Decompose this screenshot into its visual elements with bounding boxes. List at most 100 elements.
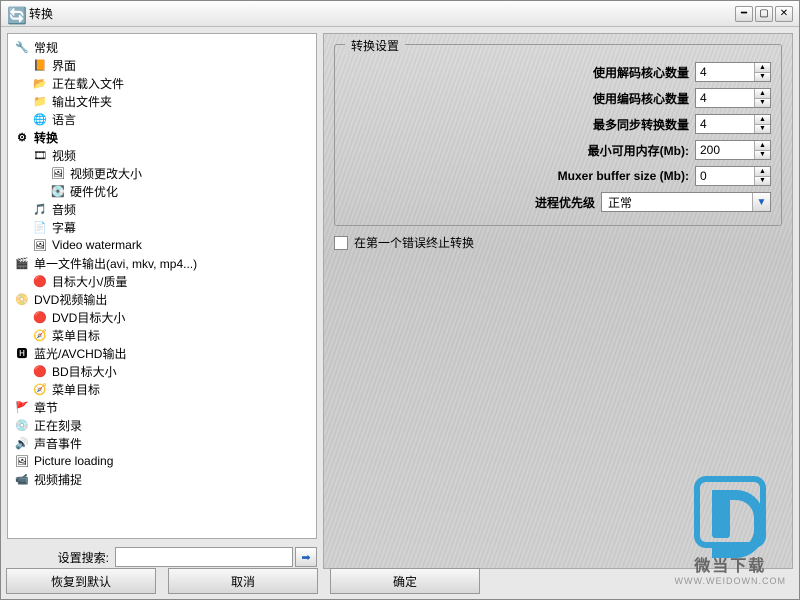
tree-item-label: Picture loading	[34, 454, 113, 468]
search-input[interactable]	[115, 547, 293, 567]
tree-item-label: 章节	[34, 399, 58, 416]
spin-up-icon[interactable]: ▲	[755, 63, 770, 73]
muxer-spinner[interactable]: ▲▼	[695, 166, 771, 186]
min-mem-label: 最小可用内存(Mb):	[588, 142, 689, 159]
spin-up-icon[interactable]: ▲	[755, 115, 770, 125]
tree-item[interactable]: 🌐语言	[10, 110, 314, 128]
tree-item[interactable]: 📂正在载入文件	[10, 74, 314, 92]
tree-item[interactable]: 🎞视频	[10, 146, 314, 164]
cancel-button[interactable]: 取消	[168, 568, 318, 594]
close-button[interactable]: ✕	[775, 6, 793, 22]
tree-item-label: DVD目标大小	[52, 309, 125, 326]
max-sync-input[interactable]	[696, 115, 754, 133]
tree-item[interactable]: 🧭菜单目标	[10, 380, 314, 398]
tree-item[interactable]: 📄字幕	[10, 218, 314, 236]
tree-item-icon: 🌐	[32, 111, 48, 127]
watermark-url: WWW.WEIDOWN.COM	[675, 576, 786, 586]
tree-item-label: 硬件优化	[70, 183, 118, 200]
tree-item-icon: 🖼	[50, 165, 66, 181]
tree-item[interactable]: 📙界面	[10, 56, 314, 74]
tree-item-label: 声音事件	[34, 435, 82, 452]
tree-item[interactable]: 💽硬件优化	[10, 182, 314, 200]
spin-up-icon[interactable]: ▲	[755, 167, 770, 177]
chevron-down-icon[interactable]: ▼	[752, 193, 770, 211]
min-mem-spinner[interactable]: ▲▼	[695, 140, 771, 160]
window-title: 转换	[29, 5, 735, 22]
tree-item[interactable]: 🔴BD目标大小	[10, 362, 314, 380]
tree-item[interactable]: 🚩章节	[10, 398, 314, 416]
decode-cores-spinner[interactable]: ▲▼	[695, 62, 771, 82]
tree-item-label: 正在载入文件	[52, 75, 124, 92]
settings-tree[interactable]: 🔧常规📙界面📂正在载入文件📁输出文件夹🌐语言⚙转换🎞视频🖼视频更改大小💽硬件优化…	[7, 33, 317, 539]
tree-item[interactable]: 💿正在刻录	[10, 416, 314, 434]
max-sync-label: 最多同步转换数量	[593, 116, 689, 133]
tree-item-icon: 🎬	[14, 255, 30, 271]
tree-item-label: 蓝光/AVCHD输出	[34, 345, 126, 362]
tree-item-icon: 🚩	[14, 399, 30, 415]
tree-item-icon: 📂	[32, 75, 48, 91]
search-go-button[interactable]: ➡	[295, 547, 317, 567]
stop-on-error-row[interactable]: 在第一个错误终止转换	[334, 234, 474, 251]
spin-up-icon[interactable]: ▲	[755, 89, 770, 99]
minimize-button[interactable]: ━	[735, 6, 753, 22]
tree-item[interactable]: 🔧常规	[10, 38, 314, 56]
stop-on-error-label: 在第一个错误终止转换	[354, 234, 474, 251]
tree-item-icon: 🧭	[32, 327, 48, 343]
tree-item[interactable]: 📁输出文件夹	[10, 92, 314, 110]
tree-item-label: 视频	[52, 147, 76, 164]
tree-item-label: 字幕	[52, 219, 76, 236]
tree-item-label: 常规	[34, 39, 58, 56]
tree-item-icon: 🖼	[14, 453, 30, 469]
watermark-logo-icon	[694, 476, 766, 548]
tree-item-icon: 🎞	[32, 147, 48, 163]
priority-combo[interactable]: 正常 ▼	[601, 192, 771, 212]
tree-item-label: 音频	[52, 201, 76, 218]
tree-item-icon: 🧭	[32, 381, 48, 397]
spin-down-icon[interactable]: ▼	[755, 73, 770, 82]
tree-item-icon: 🅷	[14, 345, 30, 361]
muxer-input[interactable]	[696, 167, 754, 185]
tree-item-icon: 📹	[14, 471, 30, 487]
tree-item-icon: 🔊	[14, 435, 30, 451]
stop-on-error-checkbox[interactable]	[334, 236, 348, 250]
tree-item[interactable]: 🔴目标大小/质量	[10, 272, 314, 290]
tree-item[interactable]: 📹视频捕捉	[10, 470, 314, 488]
spin-up-icon[interactable]: ▲	[755, 141, 770, 151]
tree-item-icon: 🔧	[14, 39, 30, 55]
tree-item-label: 单一文件输出(avi, mkv, mp4...)	[34, 255, 197, 272]
tree-item[interactable]: 🔴DVD目标大小	[10, 308, 314, 326]
tree-item-icon: 📄	[32, 219, 48, 235]
tree-item-icon: 💿	[14, 417, 30, 433]
tree-item-label: 视频捕捉	[34, 471, 82, 488]
tree-item-icon: 🔴	[32, 363, 48, 379]
decode-cores-input[interactable]	[696, 63, 754, 81]
tree-item[interactable]: 🎬单一文件输出(avi, mkv, mp4...)	[10, 254, 314, 272]
tree-item[interactable]: 🅷蓝光/AVCHD输出	[10, 344, 314, 362]
tree-item[interactable]: 🔊声音事件	[10, 434, 314, 452]
tree-item[interactable]: ⚙转换	[10, 128, 314, 146]
min-mem-input[interactable]	[696, 141, 754, 159]
maximize-button[interactable]: ▢	[755, 6, 773, 22]
tree-item[interactable]: 🖼 Picture loading	[10, 452, 314, 470]
spin-down-icon[interactable]: ▼	[755, 177, 770, 186]
tree-item[interactable]: 🖼视频更改大小	[10, 164, 314, 182]
tree-item-label: 目标大小/质量	[52, 273, 127, 290]
restore-defaults-button[interactable]: 恢复到默认	[6, 568, 156, 594]
encode-cores-input[interactable]	[696, 89, 754, 107]
max-sync-spinner[interactable]: ▲▼	[695, 114, 771, 134]
spin-down-icon[interactable]: ▼	[755, 125, 770, 134]
tree-item[interactable]: 🧭菜单目标	[10, 326, 314, 344]
tree-item[interactable]: 📀DVD视频输出	[10, 290, 314, 308]
tree-item-label: 转换	[34, 129, 58, 146]
app-icon: 🔄	[7, 6, 23, 22]
spin-down-icon[interactable]: ▼	[755, 99, 770, 108]
decode-cores-label: 使用解码核心数量	[593, 64, 689, 81]
encode-cores-spinner[interactable]: ▲▼	[695, 88, 771, 108]
tree-item[interactable]: 🎵音频	[10, 200, 314, 218]
tree-item-icon: 🔴	[32, 309, 48, 325]
tree-item-label: DVD视频输出	[34, 291, 107, 308]
tree-item[interactable]: 🖼Video watermark	[10, 236, 314, 254]
tree-item-icon: 🖼	[32, 237, 48, 253]
spin-down-icon[interactable]: ▼	[755, 151, 770, 160]
ok-button[interactable]: 确定	[330, 568, 480, 594]
